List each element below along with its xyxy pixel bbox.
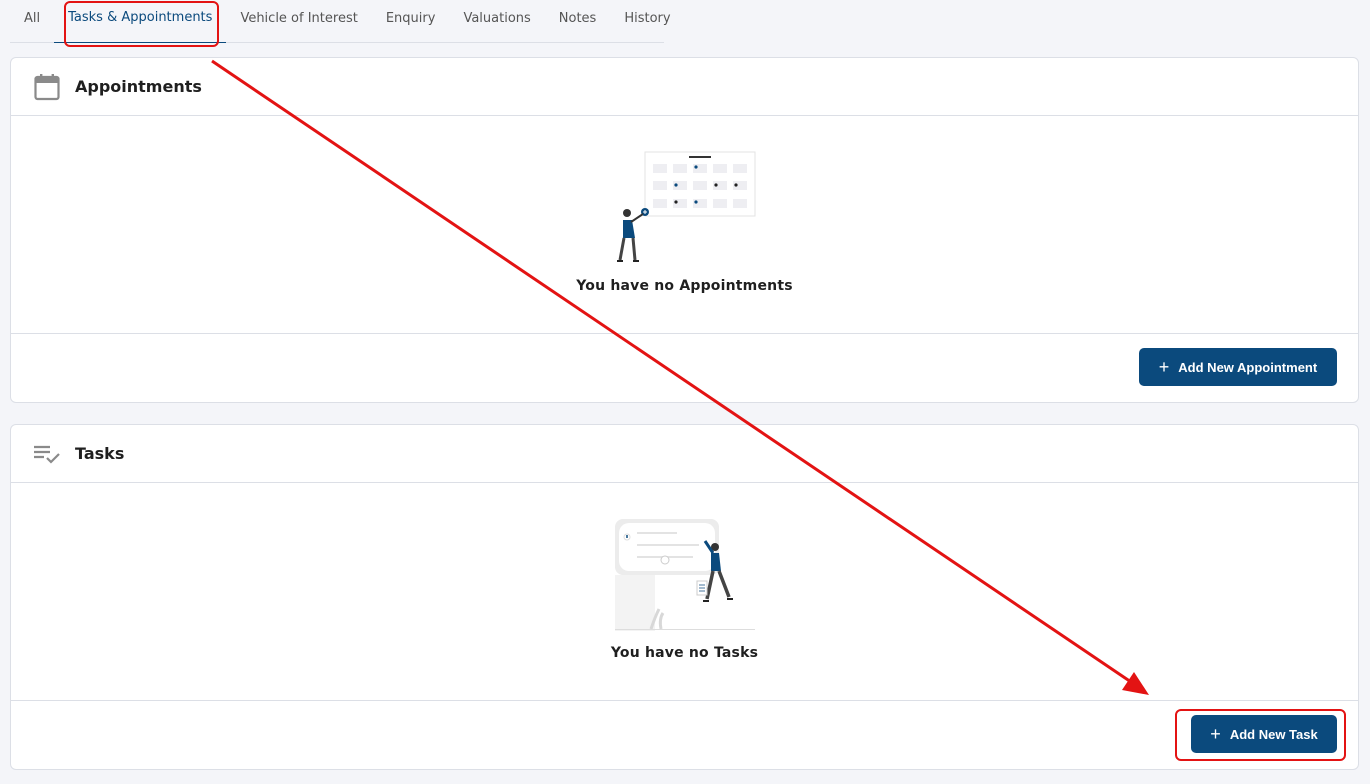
tasks-title: Tasks <box>75 444 125 463</box>
tab-vehicle-of-interest[interactable]: Vehicle of Interest <box>226 0 371 36</box>
plus-icon: + <box>1158 357 1170 377</box>
appointments-card: Appointments You have no Appointments + … <box>10 57 1359 403</box>
appointments-empty-illustration <box>617 151 756 262</box>
appointments-footer: + Add New Appointment <box>11 334 1358 402</box>
appointments-title: Appointments <box>75 77 202 96</box>
tab-history[interactable]: History <box>610 0 684 36</box>
button-highlight-box <box>1175 709 1346 761</box>
tasks-card: Tasks You have no Tasks + Add New Task <box>10 424 1359 770</box>
tasks-body: You have no Tasks <box>11 483 1358 701</box>
tasks-empty-message: You have no Tasks <box>610 645 759 661</box>
tasks-empty-illustration <box>615 519 755 631</box>
add-new-appointment-button[interactable]: + Add New Appointment <box>1139 348 1337 386</box>
tasks-header: Tasks <box>11 425 1358 483</box>
tab-all[interactable]: All <box>10 0 54 36</box>
add-new-appointment-label: Add New Appointment <box>1178 359 1318 375</box>
appointments-header: Appointments <box>11 58 1358 116</box>
tab-notes[interactable]: Notes <box>545 0 611 36</box>
tab-valuations[interactable]: Valuations <box>449 0 544 36</box>
checklist-icon <box>33 440 61 468</box>
tab-enquiry[interactable]: Enquiry <box>372 0 450 36</box>
tab-highlight-box <box>64 1 219 47</box>
calendar-icon <box>33 73 61 101</box>
appointments-body: You have no Appointments <box>11 116 1358 334</box>
tasks-footer: + Add New Task <box>11 701 1358 769</box>
appointments-empty-message: You have no Appointments <box>576 278 793 294</box>
